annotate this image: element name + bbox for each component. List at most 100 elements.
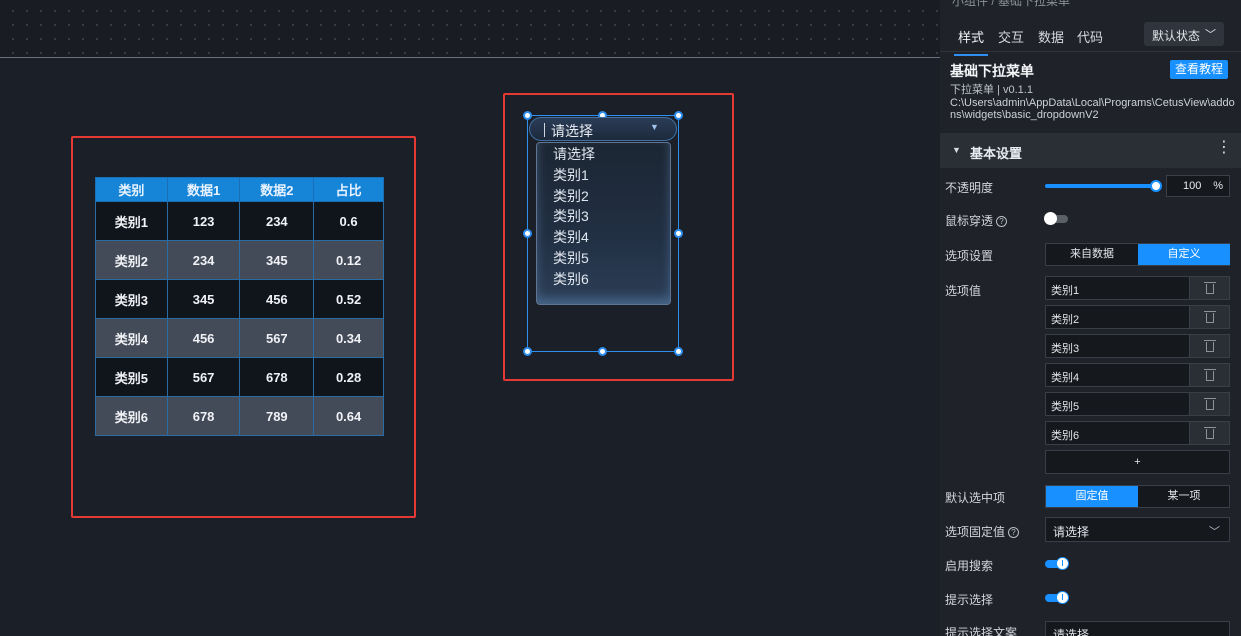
table-row: 类别3 345 456 0.52 bbox=[95, 279, 384, 319]
design-canvas[interactable]: 类别 数据1 数据2 占比 类别1 123 234 0.6 类别2 234 34… bbox=[0, 0, 940, 636]
dropdown-option[interactable]: 类别5 bbox=[537, 248, 670, 269]
option-value-input[interactable]: 类别4 bbox=[1051, 369, 1079, 385]
trash-icon bbox=[1204, 398, 1216, 410]
properties-panel: 小组件 / 基础下拉菜单 样式 交互 数据 代码 默认状态 ﹀ 基础下拉菜单 查… bbox=[940, 0, 1241, 636]
fixed-value-select[interactable]: 请选择 ﹀ bbox=[1045, 517, 1230, 542]
table-cell: 345 bbox=[166, 279, 241, 319]
dropdown-option[interactable]: 类别2 bbox=[537, 186, 670, 207]
option-value-input[interactable]: 类别6 bbox=[1051, 427, 1079, 443]
table-cell: 0.28 bbox=[313, 357, 384, 397]
add-option-button[interactable]: + bbox=[1045, 450, 1230, 474]
table-cell: 0.64 bbox=[313, 396, 384, 436]
chevron-down-icon: ﹀ bbox=[1209, 526, 1220, 538]
delete-option-button[interactable] bbox=[1189, 277, 1229, 299]
data-table-widget[interactable]: 类别 数据1 数据2 占比 类别1 123 234 0.6 类别2 234 34… bbox=[95, 177, 384, 436]
collapse-triangle-icon: ▼ bbox=[952, 145, 961, 155]
table-cell: 类别6 bbox=[95, 396, 168, 436]
table-row: 类别6 678 789 0.64 bbox=[95, 396, 384, 436]
table-row: 类别2 234 345 0.12 bbox=[95, 240, 384, 280]
dropdown-option[interactable]: 类别4 bbox=[537, 227, 670, 248]
help-icon[interactable]: ? bbox=[1008, 527, 1020, 538]
table-cell: 类别3 bbox=[95, 279, 168, 319]
trash-icon bbox=[1204, 311, 1216, 323]
delete-option-button[interactable] bbox=[1189, 306, 1229, 328]
hint-text-value: 请选择 bbox=[1053, 628, 1090, 636]
option-value-input[interactable]: 类别2 bbox=[1051, 311, 1079, 327]
text-cursor bbox=[544, 123, 545, 137]
table-cell: 567 bbox=[239, 318, 315, 358]
tab-interaction[interactable]: 交互 bbox=[998, 27, 1024, 46]
resize-handle-top-right[interactable] bbox=[674, 111, 683, 120]
dropdown-selected-value: 请选择 bbox=[551, 123, 593, 139]
dropdown-option-list: 请选择 类别1 类别2 类别3 类别4 类别5 类别6 bbox=[536, 142, 671, 305]
default-selected-label: 默认选中项 bbox=[945, 491, 1006, 505]
resize-handle-top-left[interactable] bbox=[523, 111, 532, 120]
table-cell: 123 bbox=[166, 201, 241, 241]
mouse-through-label: 鼠标穿透? bbox=[945, 212, 1008, 229]
table-cell: 类别2 bbox=[95, 240, 168, 280]
state-select[interactable]: 默认状态 ﹀ bbox=[1144, 22, 1224, 46]
opacity-slider-thumb[interactable] bbox=[1150, 180, 1162, 192]
delete-option-button[interactable] bbox=[1189, 335, 1229, 357]
default-some-item[interactable]: 某一项 bbox=[1138, 486, 1230, 507]
trash-icon bbox=[1204, 369, 1216, 381]
table-cell: 789 bbox=[239, 396, 315, 436]
resize-handle-bottom[interactable] bbox=[598, 347, 607, 356]
help-icon[interactable]: ? bbox=[996, 216, 1008, 227]
opacity-value: 100 bbox=[1183, 180, 1202, 192]
table-cell: 类别1 bbox=[95, 201, 168, 241]
option-value-input[interactable]: 类别5 bbox=[1051, 398, 1079, 414]
table-cell: 345 bbox=[239, 240, 315, 280]
tab-style[interactable]: 样式 bbox=[953, 27, 989, 56]
option-value-input[interactable]: 类别1 bbox=[1051, 282, 1079, 298]
widget-path: C:\Users\admin\AppData\Local\Programs\Ce… bbox=[950, 97, 1235, 121]
panel-breadcrumb: 小组件 / 基础下拉菜单 bbox=[952, 0, 1071, 8]
section-basic-settings[interactable]: ▼ 基本设置 ⋮ bbox=[940, 133, 1241, 168]
opacity-unit: % bbox=[1213, 180, 1223, 192]
option-value-row: 类别5 bbox=[1045, 392, 1230, 416]
widget-version: 下拉菜单 | v0.1.1 bbox=[950, 84, 1033, 96]
switch-knob bbox=[1056, 591, 1069, 604]
view-tutorial-button[interactable]: 查看教程 bbox=[1170, 60, 1228, 79]
dropdown-option[interactable]: 类别6 bbox=[537, 269, 670, 290]
table-header-cell: 数据2 bbox=[239, 177, 315, 202]
caret-down-icon: ▼ bbox=[650, 122, 659, 132]
opacity-slider-track[interactable] bbox=[1045, 184, 1157, 188]
table-cell: 0.12 bbox=[313, 240, 384, 280]
table-header-cell: 数据1 bbox=[166, 177, 241, 202]
dropdown-trigger[interactable]: 请选择 ▼ bbox=[529, 117, 677, 141]
tab-data[interactable]: 数据 bbox=[1038, 27, 1064, 46]
table-row: 类别5 567 678 0.28 bbox=[95, 357, 384, 397]
more-vertical-icon[interactable]: ⋮ bbox=[1216, 140, 1232, 156]
state-select-value: 默认状态 bbox=[1152, 29, 1201, 43]
resize-handle-left[interactable] bbox=[523, 229, 532, 238]
dropdown-option[interactable]: 类别3 bbox=[537, 206, 670, 227]
option-source-data[interactable]: 来自数据 bbox=[1046, 244, 1138, 265]
delete-option-button[interactable] bbox=[1189, 364, 1229, 386]
resize-handle-right[interactable] bbox=[674, 229, 683, 238]
option-source-label: 选项设置 bbox=[945, 249, 994, 263]
hint-select-switch[interactable] bbox=[1045, 591, 1069, 604]
switch-knob bbox=[1044, 212, 1057, 225]
enable-search-switch[interactable] bbox=[1045, 557, 1069, 570]
option-value-input[interactable]: 类别3 bbox=[1051, 340, 1079, 356]
hint-text-input[interactable]: 请选择 bbox=[1045, 621, 1230, 636]
switch-knob bbox=[1056, 557, 1069, 570]
option-values-label: 选项值 bbox=[945, 284, 982, 298]
canvas-ruler bbox=[0, 0, 940, 58]
widget-name: 基础下拉菜单 bbox=[950, 63, 1034, 79]
opacity-input[interactable]: 100 % bbox=[1166, 175, 1230, 197]
default-fixed-value[interactable]: 固定值 bbox=[1046, 486, 1138, 507]
mouse-through-label-text: 鼠标穿透 bbox=[945, 214, 994, 228]
tab-code[interactable]: 代码 bbox=[1077, 27, 1103, 46]
resize-handle-bottom-right[interactable] bbox=[674, 347, 683, 356]
mouse-through-switch[interactable] bbox=[1044, 212, 1068, 225]
opacity-label: 不透明度 bbox=[945, 181, 994, 195]
delete-option-button[interactable] bbox=[1189, 422, 1229, 444]
dropdown-option[interactable]: 类别1 bbox=[537, 165, 670, 186]
table-cell: 0.52 bbox=[313, 279, 384, 319]
delete-option-button[interactable] bbox=[1189, 393, 1229, 415]
option-source-custom[interactable]: 自定义 bbox=[1138, 244, 1230, 265]
dropdown-option[interactable]: 请选择 bbox=[537, 144, 670, 165]
resize-handle-bottom-left[interactable] bbox=[523, 347, 532, 356]
